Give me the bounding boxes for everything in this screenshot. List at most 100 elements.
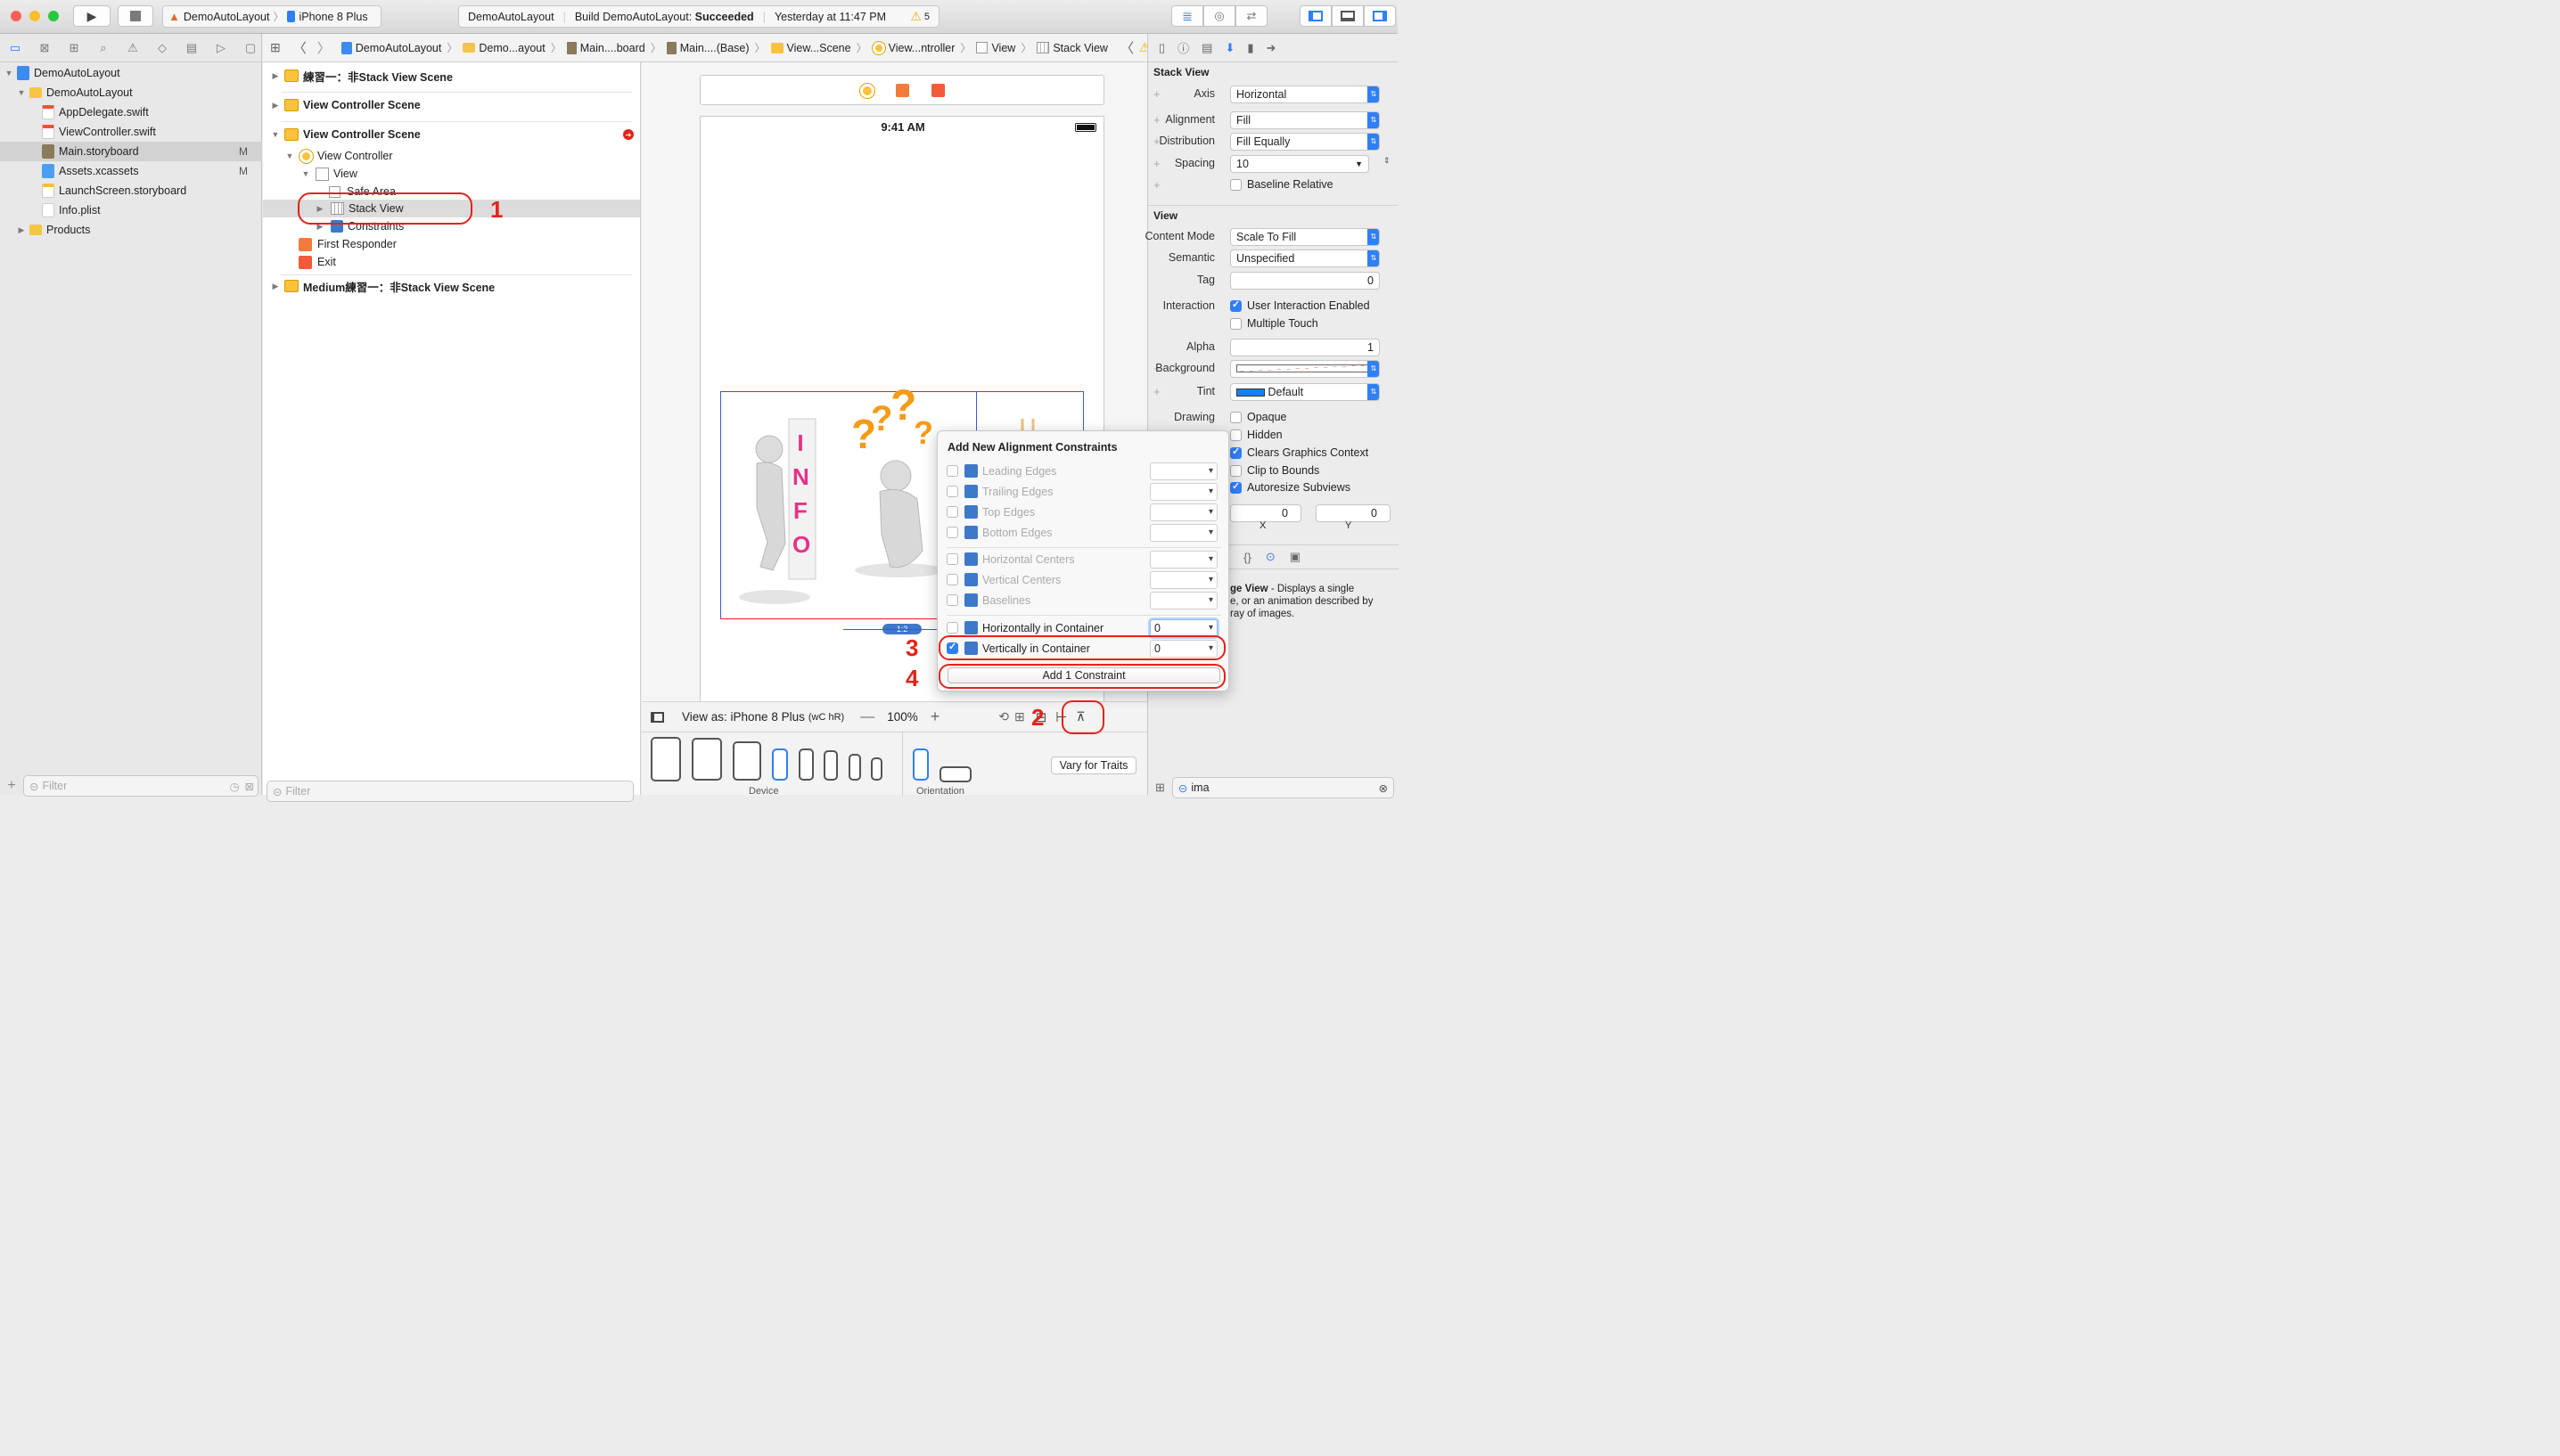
background-color-well[interactable]: ⇅ — [1230, 360, 1380, 378]
scheme-selector[interactable]: ▲ DemoAutoLayout 〉 iPhone 8 Plus — [162, 5, 382, 28]
add-icon[interactable]: + — [4, 778, 20, 794]
grid-view-icon[interactable]: ⊞ — [1155, 781, 1165, 795]
constraint-offset-field[interactable] — [1150, 592, 1218, 609]
embed-in-stack-icon[interactable]: ⊞ — [1014, 709, 1025, 724]
constraint-checkbox[interactable] — [947, 465, 958, 477]
recent-icon[interactable]: ◷ — [230, 780, 240, 793]
constraint-checkbox[interactable] — [947, 506, 958, 518]
breadcrumb-item[interactable]: Stack View — [1037, 42, 1108, 54]
constraint-checkbox[interactable] — [947, 553, 958, 565]
device-iphone-4s[interactable] — [871, 757, 882, 781]
outline-row-view[interactable]: ▼ View — [300, 164, 357, 184]
constraint-checkbox[interactable] — [947, 622, 958, 634]
tag-field[interactable]: 0 — [1230, 272, 1380, 290]
breakpoint-icon[interactable]: ▷ — [211, 38, 231, 58]
device-ipad-pro[interactable] — [692, 738, 722, 781]
constraint-offset-field[interactable] — [1150, 551, 1218, 568]
outline-row-first-responder[interactable]: First Responder — [299, 234, 397, 254]
vary-for-traits-button[interactable]: Vary for Traits — [1051, 757, 1136, 774]
error-arrow-icon[interactable]: ➜ — [623, 129, 634, 140]
axis-popup[interactable]: Horizontal ⇅ — [1230, 86, 1380, 103]
test-icon[interactable]: ◇ — [152, 38, 172, 58]
tree-item-file[interactable]: Assets.xcassets M — [0, 161, 262, 181]
connections-inspector-icon[interactable]: ➜ — [1267, 41, 1276, 55]
add-variation-icon[interactable]: + — [1153, 113, 1161, 127]
version-editor-button[interactable]: ⇄ — [1235, 5, 1268, 27]
tree-item-group[interactable]: ▶ Products — [0, 220, 262, 240]
forward-icon[interactable]: 〉 — [317, 38, 331, 57]
breadcrumb-item[interactable]: View — [976, 42, 1015, 54]
outline-filter[interactable]: ⊝ Filter — [267, 781, 634, 802]
outline-row-view-controller[interactable]: ▼ View Controller — [284, 146, 393, 166]
add-variation-icon[interactable]: + — [1153, 178, 1161, 192]
constraint-checkbox[interactable] — [947, 527, 958, 538]
clear-search-icon[interactable]: ⊗ — [1379, 781, 1388, 795]
breadcrumb-item[interactable]: Main....(Base) — [666, 41, 750, 54]
warning-indicator[interactable]: ⚠ 5 — [910, 9, 930, 24]
content-mode-popup[interactable]: Scale To Fill ⇅ — [1230, 228, 1380, 246]
debug-icon[interactable]: ▤ — [182, 38, 201, 58]
outline-scene-row[interactable]: ▼ View Controller Scene ➜ — [270, 125, 634, 144]
constraint-offset-field[interactable] — [1150, 483, 1218, 501]
source-control-icon[interactable]: ⊠ — [35, 38, 54, 58]
clears-graphics-checkbox[interactable] — [1230, 446, 1242, 459]
distribution-popup[interactable]: Fill Equally ⇅ — [1230, 133, 1380, 151]
constraint-offset-field[interactable] — [1150, 503, 1218, 521]
breadcrumb-item[interactable]: Demo...ayout — [463, 42, 546, 54]
minimize-window-button[interactable] — [29, 11, 40, 21]
constraint-checkbox[interactable] — [947, 486, 958, 497]
outline-toggle-icon[interactable] — [651, 711, 664, 723]
breadcrumb-item[interactable]: View...Scene — [770, 42, 851, 54]
tree-item-group[interactable]: ▼ DemoAutoLayout — [0, 83, 262, 102]
multiple-touch-checkbox[interactable] — [1230, 318, 1242, 330]
device-iphone-x[interactable] — [799, 748, 814, 781]
baseline-relative-checkbox[interactable] — [1230, 179, 1242, 191]
close-window-button[interactable] — [11, 11, 21, 21]
zoom-in-icon[interactable]: + — [931, 708, 940, 726]
toggle-debug-button[interactable] — [1332, 5, 1364, 27]
exit-icon[interactable] — [931, 84, 945, 97]
orientation-landscape[interactable] — [939, 766, 972, 782]
constraint-offset-field[interactable] — [1150, 462, 1218, 480]
tree-item-file[interactable]: AppDelegate.swift — [0, 102, 262, 122]
zoom-window-button[interactable] — [48, 11, 59, 21]
tree-item-file[interactable]: LaunchScreen.storyboard — [0, 181, 262, 200]
tree-item-file[interactable]: ViewController.swift — [0, 122, 262, 142]
update-frames-icon[interactable]: ⟲ — [998, 709, 1009, 724]
back-icon[interactable]: 〈 — [1120, 38, 1134, 57]
scm-filter-icon[interactable]: ⊠ — [245, 780, 254, 793]
autoresize-checkbox[interactable] — [1230, 480, 1242, 494]
symbol-icon[interactable]: ⊞ — [64, 38, 84, 58]
toggle-navigator-button[interactable] — [1300, 5, 1332, 27]
device-iphone-8[interactable] — [824, 750, 838, 781]
outline-scene-row[interactable]: ▶ 練習一：非Stack View Scene — [270, 66, 453, 86]
breadcrumb-item[interactable]: DemoAutoLayout — [341, 41, 441, 54]
search-icon[interactable]: ⌕ — [94, 38, 113, 58]
first-responder-icon[interactable] — [896, 84, 909, 97]
zoom-out-icon[interactable]: — — [860, 709, 874, 725]
clip-to-bounds-checkbox[interactable] — [1230, 465, 1242, 477]
code-snippet-icon[interactable]: {} — [1243, 551, 1251, 564]
orientation-portrait-selected[interactable] — [913, 748, 929, 781]
tint-color-well[interactable]: Default ⇅ — [1230, 383, 1380, 401]
view-as-label[interactable]: View as: iPhone 8 Plus — [682, 710, 805, 724]
add-variation-icon[interactable]: + — [1153, 87, 1161, 101]
back-icon[interactable]: 〈 — [293, 38, 307, 57]
spacing-combo[interactable]: 10 ▼ — [1230, 155, 1369, 173]
run-button[interactable]: ▶ — [73, 5, 111, 27]
constraint-offset-field[interactable]: 0 — [1150, 619, 1218, 637]
device-ipad-large[interactable] — [651, 737, 681, 781]
outline-scene-row[interactable]: ▶ View Controller Scene — [270, 95, 421, 115]
view-controller-icon[interactable] — [860, 84, 874, 98]
report-icon[interactable]: ▢ — [241, 38, 260, 58]
help-inspector-icon[interactable]: ⓘ — [1177, 39, 1189, 56]
constraint-checkbox[interactable] — [947, 594, 958, 606]
size-inspector-icon[interactable]: ▮ — [1247, 41, 1253, 55]
alpha-field[interactable]: 1 — [1230, 339, 1380, 356]
tree-item-project[interactable]: ▼ DemoAutoLayout — [0, 63, 262, 83]
opaque-checkbox[interactable] — [1230, 412, 1242, 423]
attributes-inspector-icon[interactable]: ⬇ — [1225, 41, 1235, 55]
object-library-icon[interactable]: ⊙ — [1266, 550, 1276, 564]
constraint-offset-field[interactable] — [1150, 524, 1218, 542]
file-inspector-icon[interactable]: ▯ — [1159, 41, 1165, 55]
